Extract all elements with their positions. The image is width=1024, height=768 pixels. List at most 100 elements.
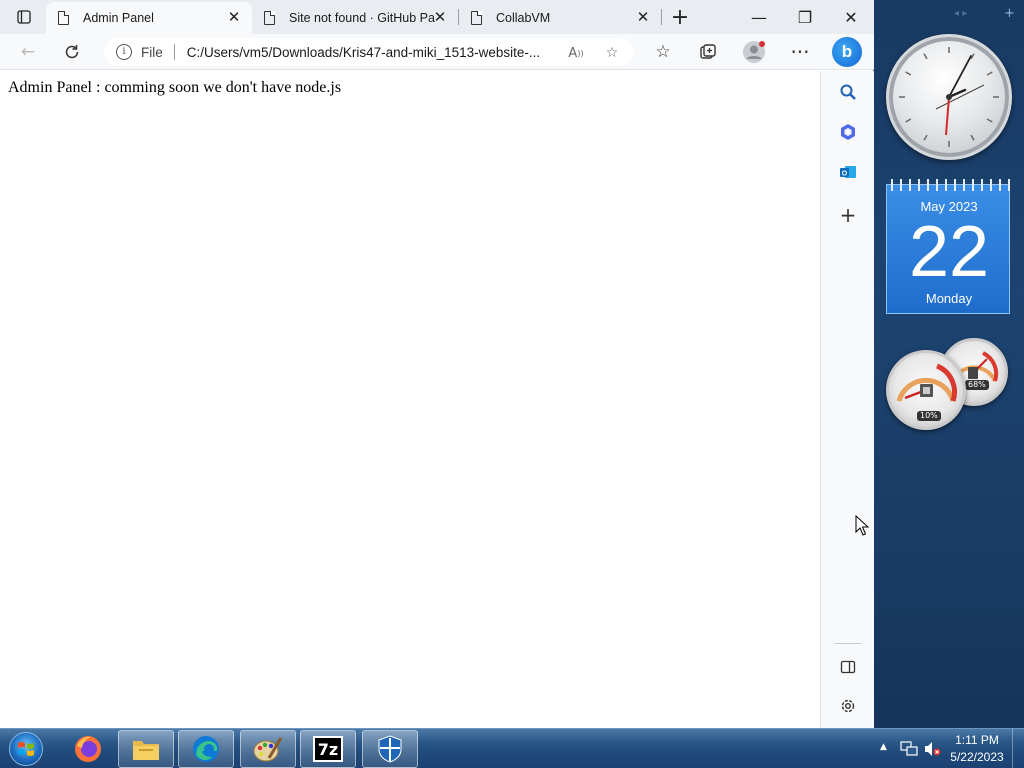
favorites-icon: ☆: [655, 42, 671, 62]
second-hand-shadow: [935, 84, 985, 110]
profile-button[interactable]: [739, 37, 769, 67]
tab-title: Site not found · GitHub Pa: [289, 11, 435, 25]
document-icon: [471, 11, 482, 25]
tab-collabvm[interactable]: CollabVM ✕: [459, 2, 661, 34]
document-icon: [58, 11, 69, 25]
collections-button[interactable]: [693, 37, 723, 67]
tab-actions-icon: [17, 10, 31, 24]
taskbar-file-explorer[interactable]: [118, 730, 174, 768]
page-text: Admin Panel : comming soon we don't have…: [8, 79, 342, 96]
sidebar-copilot-button[interactable]: [834, 118, 862, 146]
taskbar-date: 5/22/2023: [950, 750, 1004, 764]
close-button[interactable]: ✕: [828, 0, 874, 34]
outlook-icon: O: [840, 166, 856, 178]
tab-site-not-found[interactable]: Site not found · GitHub Pa ✕: [252, 2, 458, 34]
network-icon[interactable]: [900, 741, 918, 757]
back-arrow-icon: ←: [20, 42, 36, 62]
mouse-cursor-icon: [855, 515, 869, 536]
document-icon: [264, 11, 275, 25]
clock-face-icon: [899, 47, 999, 147]
plus-icon: +: [670, 4, 690, 30]
address-bar[interactable]: i File C:/Users/vm5/Downloads/Kris47-and…: [104, 38, 634, 66]
split-screen-button[interactable]: [834, 653, 862, 681]
browser-toolbar: ← i File C:/Users/vm5/Downloads/Kris47-a…: [0, 34, 874, 70]
tab-title: CollabVM: [496, 11, 551, 25]
collections-icon: [700, 44, 716, 59]
show-hidden-icons-button[interactable]: ▲: [880, 742, 887, 752]
show-desktop-button[interactable]: [1012, 729, 1024, 768]
minimize-button[interactable]: —: [736, 0, 782, 34]
sidebar-outlook-button[interactable]: O: [834, 158, 862, 186]
minimize-icon: —: [751, 7, 767, 27]
add-icon: +: [839, 203, 857, 227]
bing-icon: b: [841, 42, 853, 61]
copilot-icon: [841, 124, 855, 140]
calendar-gadget[interactable]: May 2023 22 Monday: [886, 179, 1011, 314]
cpu-percent: 10%: [917, 411, 941, 421]
sidebar-divider: [834, 643, 862, 644]
tab-bar: Admin Panel ✕ Site not found · GitHub Pa…: [0, 0, 874, 34]
close-icon: ✕: [844, 7, 858, 27]
memory-percent: 68%: [965, 380, 989, 390]
more-dots-icon: ···: [790, 40, 810, 64]
search-icon: [840, 84, 856, 100]
edge-sidebar: O +: [820, 71, 874, 728]
new-tab-button[interactable]: +: [664, 0, 696, 34]
bing-chat-button[interactable]: b: [832, 37, 862, 67]
cpu-meter-gadget[interactable]: 68% 10%: [884, 338, 1012, 434]
cpu-gauge: 10%: [886, 350, 966, 430]
add-favorite-icon[interactable]: ☆: [602, 43, 622, 63]
split-screen-icon: [840, 660, 856, 674]
svg-text:O: O: [842, 171, 848, 178]
tab-separator: [661, 9, 662, 25]
favorites-button[interactable]: ☆: [648, 37, 678, 67]
sidebar-search-button[interactable]: [834, 78, 862, 106]
add-gadget-icon[interactable]: +: [1004, 6, 1015, 21]
read-aloud-icon[interactable]: A)): [566, 43, 586, 63]
taskbar-time: 1:11 PM: [955, 733, 999, 747]
taskbar: 7z ▲ 1:11 PM 5/22/2023: [0, 728, 1024, 768]
page-content: Admin Panel : comming soon we don't have…: [0, 71, 820, 728]
calendar-weekday: Monday: [925, 291, 973, 306]
taskbar-7zip[interactable]: 7z: [300, 730, 356, 768]
more-button[interactable]: ···: [785, 37, 815, 67]
browser-window: Admin Panel ✕ Site not found · GitHub Pa…: [0, 0, 874, 728]
info-icon[interactable]: i: [116, 44, 132, 60]
firefox-icon: [75, 736, 101, 762]
tab-close-button[interactable]: ✕: [226, 10, 242, 26]
calendar-day: 22: [908, 212, 990, 292]
edge-icon: [193, 736, 219, 762]
defender-icon: [378, 735, 402, 763]
sidebar-add-button[interactable]: +: [834, 201, 862, 229]
tab-actions-button[interactable]: [6, 0, 42, 34]
address-separator: [173, 44, 175, 60]
windows-logo-icon: [9, 732, 43, 766]
taskbar-edge[interactable]: [178, 730, 234, 768]
paint-icon: [253, 737, 283, 762]
tab-title: Admin Panel: [83, 11, 154, 25]
taskbar-clock[interactable]: 1:11 PM 5/22/2023: [944, 732, 1010, 766]
taskbar-firefox[interactable]: [60, 730, 116, 768]
calendar-binding: [887, 179, 1011, 191]
clock-gadget[interactable]: [886, 34, 1012, 160]
address-url[interactable]: C:/Users/vm5/Downloads/Kris47-and-miki_1…: [187, 45, 559, 60]
tab-close-button[interactable]: ✕: [635, 10, 651, 26]
tab-admin-panel[interactable]: Admin Panel ✕: [46, 2, 252, 34]
settings-icon: [841, 699, 855, 713]
7zip-icon: 7z: [313, 736, 343, 762]
address-scheme: File: [141, 44, 163, 60]
settings-button[interactable]: [834, 692, 862, 720]
refresh-icon: [65, 45, 79, 59]
start-button[interactable]: [6, 731, 46, 767]
profile-avatar-icon: [743, 41, 765, 63]
restore-icon: ❐: [797, 7, 813, 27]
volume-muted-icon[interactable]: [923, 741, 941, 757]
gadget-nav-icon[interactable]: ◂ ▸: [954, 8, 967, 19]
back-button[interactable]: ←: [13, 37, 43, 67]
restore-button[interactable]: ❐: [782, 0, 828, 34]
tab-close-button[interactable]: ✕: [432, 10, 448, 26]
taskbar-defender[interactable]: [362, 730, 418, 768]
file-explorer-icon: [133, 741, 159, 760]
refresh-button[interactable]: [57, 37, 87, 67]
taskbar-paint[interactable]: [240, 730, 296, 768]
